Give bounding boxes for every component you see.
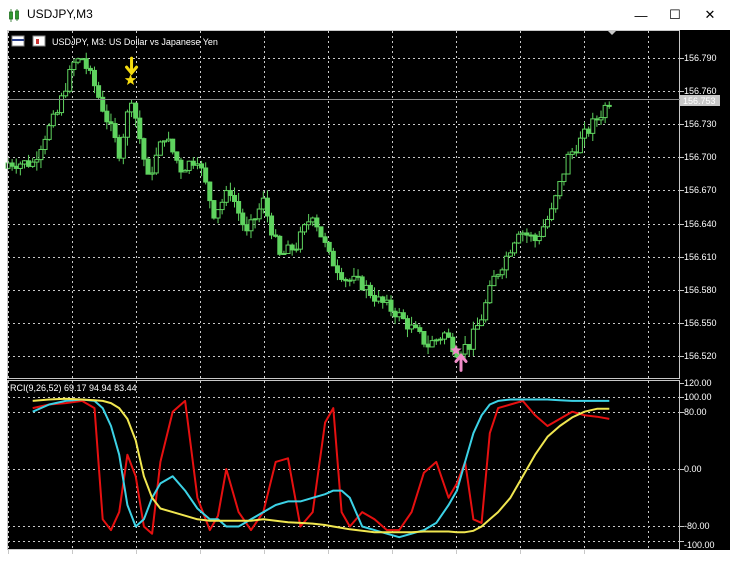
candle [170,138,176,155]
chart-window-icon [9,9,19,22]
time-label: 24 Nov 03:18 [135,559,189,569]
time-label: 24 Nov 08:06 [519,559,573,569]
candle [277,234,283,257]
time-label: 24 Nov 07:18 [455,559,509,569]
candle [116,134,122,162]
price-label: 156.580 [684,285,717,295]
maximize-button[interactable]: ☐ [658,4,692,26]
price-label: 156.700 [684,152,717,162]
price-label: 156.790 [684,53,717,63]
price-label: 156.550 [684,318,717,328]
rci-level-label: 100.00 [684,392,712,402]
candle [59,92,65,116]
candle [145,156,151,175]
rci-level-label: 80.00 [684,407,707,417]
rci-level-label: -80.00 [684,521,710,531]
rci-level-label: 120.00 [684,378,712,388]
price-label: 156.640 [684,219,717,229]
current-price-tag: 156.753 [680,95,720,106]
price-label: 156.520 [684,351,717,361]
candle [269,212,275,240]
price-label: 156.730 [684,119,717,129]
candle [318,226,324,238]
candle [565,151,571,175]
symbol-label: USDJPY, M3: US Dollar vs Japanese Yen [52,37,218,47]
candle [211,199,217,220]
candle [67,65,73,94]
candle [157,140,163,156]
candle [483,299,489,323]
symbol-header: USDJPY, M3: US Dollar vs Japanese Yen [11,35,218,47]
price-label: 156.670 [684,185,717,195]
candle [46,123,52,141]
time-label: 24 Nov 02:30 [71,559,125,569]
rci-level-label: 0.00 [684,464,702,474]
time-label: 24 Nov 2025 [7,559,58,569]
indicator-label: RCI(9,26,52) 69.17 94.94 83.44 [10,383,137,393]
window-title: USDJPY,M3 [27,7,93,21]
title-bar[interactable]: USDJPY,M3 — ☐ ✕ [0,0,737,30]
price-label: 156.610 [684,252,717,262]
time-label: 24 Nov 08:54 [583,559,637,569]
time-label: 24 Nov 05:42 [327,559,381,569]
candle [359,275,365,291]
time-label: 24 Nov 06:30 [391,559,445,569]
minimize-button[interactable]: — [624,4,658,26]
rci-level-label: -100.00 [684,540,715,550]
close-button[interactable]: ✕ [693,4,727,26]
current-price-value: 156.753 [683,96,716,106]
terminal-window: USDJPY,M3 — ☐ ✕ 156.790 156.760 156.730 156… [0,0,737,580]
time-label: 24 Nov 04:54 [263,559,317,569]
time-label: 24 Nov 04:06 [199,559,253,569]
price-label: 156.760 [684,86,717,96]
chart-area[interactable]: 156.790 156.760 156.730 156.700 156.670 156.6… [0,30,737,580]
